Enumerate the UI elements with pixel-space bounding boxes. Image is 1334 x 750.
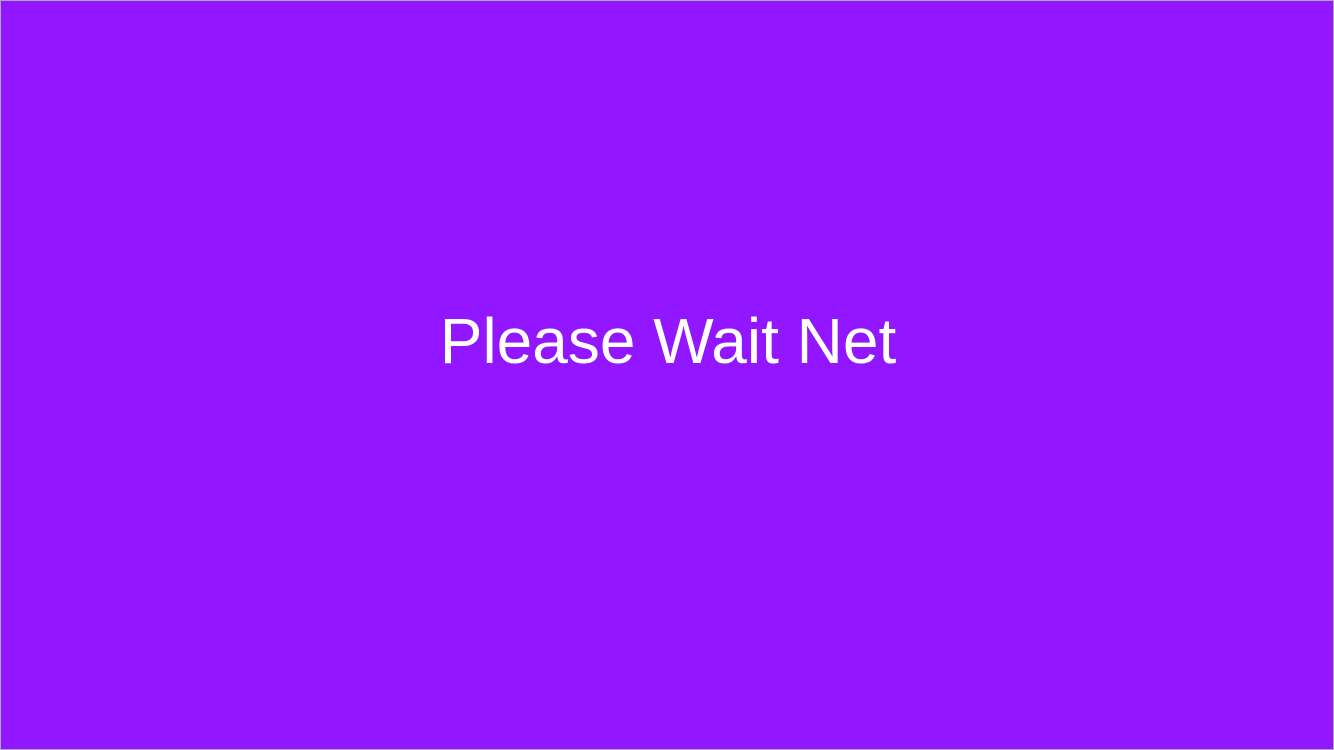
loading-screen: Please Wait Net [0, 0, 1334, 750]
loading-message: Please Wait Net [439, 305, 897, 377]
